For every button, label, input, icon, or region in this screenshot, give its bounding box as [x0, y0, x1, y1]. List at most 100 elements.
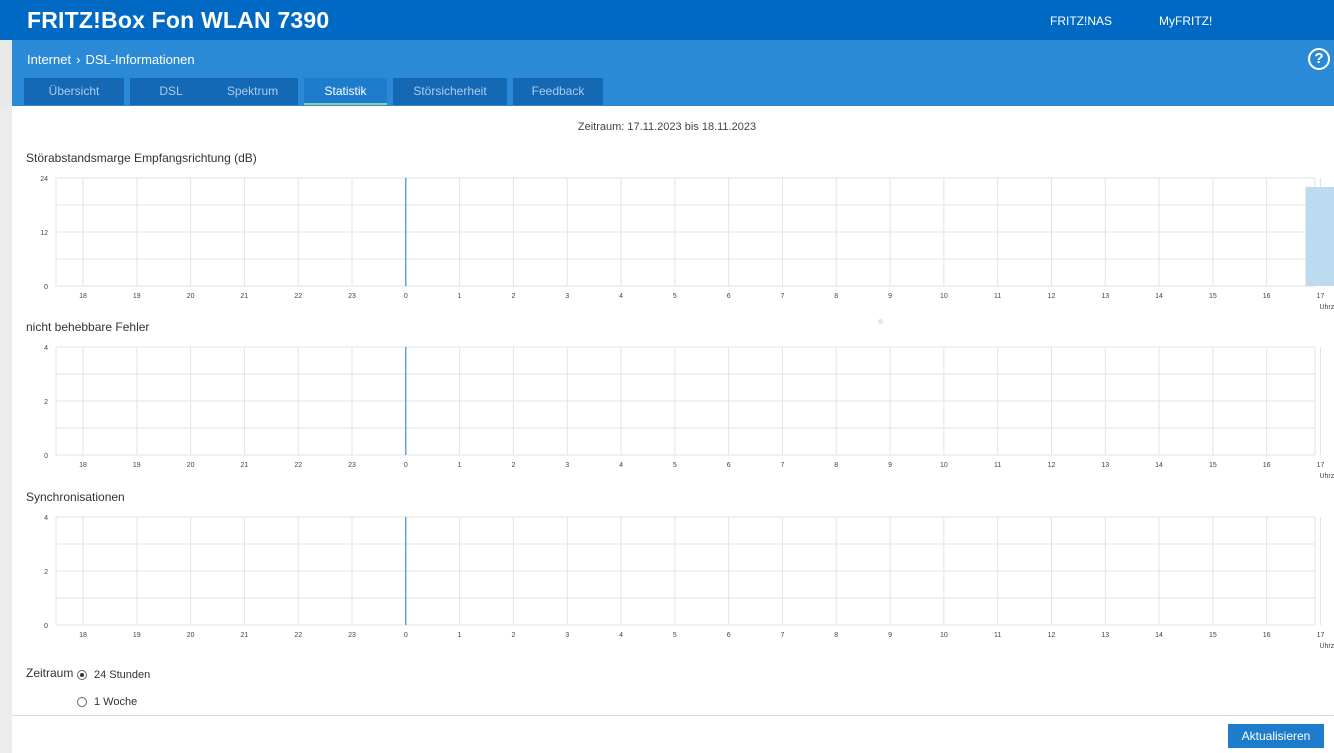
x-tick-label: 5 — [673, 462, 677, 469]
radio-1w[interactable]: 1 Woche — [77, 696, 137, 708]
x-tick-label: 19 — [133, 462, 141, 469]
x-tick-label: 22 — [294, 293, 302, 300]
breadcrumb-page: DSL-Informationen — [85, 52, 195, 67]
x-tick-label: 4 — [619, 293, 623, 300]
x-tick-label: 6 — [727, 293, 731, 300]
x-tick-label: 11 — [994, 632, 1001, 639]
x-tick-label: 14 — [1155, 632, 1163, 639]
x-tick-label: 8 — [834, 293, 838, 300]
y-tick-label: 4 — [44, 515, 48, 522]
chart-sync: 0 2 4 18 19 20 21 22 23 0 1 2 3 4 5 6 7 8 9 10 11 12 13 14 15 16 1… — [26, 509, 1334, 654]
x-axis-unit: Uhrzeit — [1319, 304, 1334, 311]
y-tick-label: 4 — [44, 345, 48, 352]
period-select-label: Zeitraum — [26, 666, 74, 680]
x-tick-label: 18 — [79, 462, 87, 469]
x-tick-label: 9 — [888, 462, 892, 469]
left-strip — [0, 106, 12, 753]
product-title: FRITZ!Box Fon WLAN 7390 — [27, 7, 330, 33]
x-tick-label: 15 — [1209, 462, 1217, 469]
x-tick-label: 19 — [133, 632, 141, 639]
x-tick-label: 0 — [404, 632, 408, 639]
x-tick-label: 1 — [458, 462, 462, 469]
x-tick-label: 6 — [727, 462, 731, 469]
x-tick-label: 14 — [1155, 462, 1163, 469]
footer-divider — [12, 715, 1334, 716]
tab-stoersicherheit[interactable]: Störsicherheit — [393, 78, 507, 105]
x-tick-label: 13 — [1101, 293, 1109, 300]
chevron-right-icon: › — [76, 52, 81, 67]
y-tick-label: 2 — [44, 569, 48, 576]
top-bar: FRITZ!Box Fon WLAN 7390 FRITZ!NAS MyFRIT… — [0, 0, 1334, 40]
chart-svg: 0122418 19 20 21 22 23 0 1 2 3 4 5 6 7 8 9 10 11 12 13 14 15 1… — [40, 176, 1334, 311]
x-tick-label: 10 — [940, 462, 948, 469]
x-tick-label: 20 — [187, 632, 195, 639]
help-icon[interactable]: ? — [1308, 48, 1330, 70]
x-tick-label: 9 — [888, 632, 892, 639]
y-tick-label: 0 — [44, 453, 48, 460]
x-tick-label: 21 — [241, 293, 249, 300]
tab-feedback[interactable]: Feedback — [513, 78, 603, 105]
x-tick-label: 12 — [1048, 462, 1056, 469]
y-tick-label: 24 — [40, 176, 48, 183]
x-tick-label: 17 — [1317, 632, 1325, 639]
x-tick-label: 2 — [511, 293, 515, 300]
period-range: Zeitraum: 17.11.2023 bis 18.11.2023 — [577, 121, 757, 133]
x-tick-label: 16 — [1263, 293, 1271, 300]
x-tick-label: 8 — [834, 462, 838, 469]
x-tick-label: 8 — [834, 632, 838, 639]
x-tick-label: 17 — [1317, 462, 1325, 469]
chart-svg: 02418 19 20 21 22 23 0 1 2 3 4 5 6 7 8 9 10 11 12 13 14 15 16 1… — [44, 515, 1334, 650]
x-tick-label: 13 — [1101, 462, 1109, 469]
x-tick-label: 4 — [619, 632, 623, 639]
radio-selected-icon[interactable] — [77, 670, 87, 680]
myfritz-link[interactable]: MyFRITZ! — [1159, 14, 1212, 28]
tab-spektrum[interactable]: Spektrum — [207, 78, 298, 105]
x-tick-label: 9 — [888, 293, 892, 300]
x-tick-label: 19 — [133, 293, 141, 300]
radio-unselected-icon[interactable] — [77, 697, 87, 707]
x-tick-label: 22 — [294, 462, 302, 469]
tab-dsl[interactable]: DSL — [130, 78, 212, 105]
y-tick-label: 0 — [44, 284, 48, 291]
refresh-button[interactable]: Aktualisieren — [1228, 724, 1324, 748]
x-tick-label: 16 — [1263, 632, 1271, 639]
sub-bar: Internet › DSL-Informationen ? Übersicht D… — [12, 40, 1334, 106]
radio-1w-label: 1 Woche — [94, 696, 138, 708]
x-tick-label: 20 — [187, 293, 195, 300]
tab-statistik[interactable]: Statistik — [304, 78, 387, 105]
chart-svg: 02418 19 20 21 22 23 0 1 2 3 4 5 6 7 8 9 10 11 12 13 14 15 16 1… — [44, 345, 1334, 480]
x-tick-label: 14 — [1155, 293, 1163, 300]
x-tick-label: 15 — [1209, 293, 1217, 300]
x-tick-label: 18 — [79, 632, 87, 639]
x-tick-label: 12 — [1048, 293, 1056, 300]
x-tick-label: 2 — [511, 462, 515, 469]
x-tick-label: 23 — [348, 293, 356, 300]
x-tick-label: 7 — [780, 462, 784, 469]
x-tick-label: 6 — [727, 632, 731, 639]
radio-24h-label: 24 Stunden — [94, 669, 151, 681]
chart-errors: 0 2 4 18 19 20 21 22 23 0 1 2 3 4 5 6 7 8 9 10 11 12 13 14 15 16 1… — [26, 339, 1334, 484]
chart-title-snr: Störabstandsmarge Empfangsrichtung (dB) — [26, 151, 257, 165]
x-axis-unit: Uhrzeit — [1319, 643, 1334, 650]
breadcrumb: Internet › DSL-Informationen — [27, 52, 195, 67]
x-tick-label: 5 — [673, 293, 677, 300]
x-tick-label: 21 — [241, 632, 249, 639]
breadcrumb-section[interactable]: Internet — [27, 52, 71, 67]
x-axis-unit: Uhrzeit — [1319, 473, 1334, 480]
x-tick-label: 16 — [1263, 462, 1271, 469]
x-tick-label: 18 — [79, 293, 87, 300]
radio-24h[interactable]: 24 Stunden — [77, 669, 150, 681]
chart-title-errors: nicht behebbare Fehler — [26, 320, 150, 334]
x-tick-label: 15 — [1209, 632, 1217, 639]
x-tick-label: 7 — [780, 632, 784, 639]
y-tick-label: 12 — [40, 230, 48, 237]
chart-snr: 0 12 24 18 19 20 21 22 23 0 1 2 3 4 5 6 7 8 9 10 11 12 13 14 15 1… — [26, 170, 1334, 315]
x-tick-label: 7 — [780, 293, 784, 300]
bar — [1305, 187, 1334, 286]
x-tick-label: 17 — [1317, 293, 1325, 300]
x-tick-label: 22 — [294, 632, 302, 639]
y-tick-label: 2 — [44, 399, 48, 406]
fritz-nas-link[interactable]: FRITZ!NAS — [1050, 14, 1112, 28]
x-tick-label: 11 — [994, 462, 1001, 469]
tab-uebersicht[interactable]: Übersicht — [24, 78, 124, 105]
